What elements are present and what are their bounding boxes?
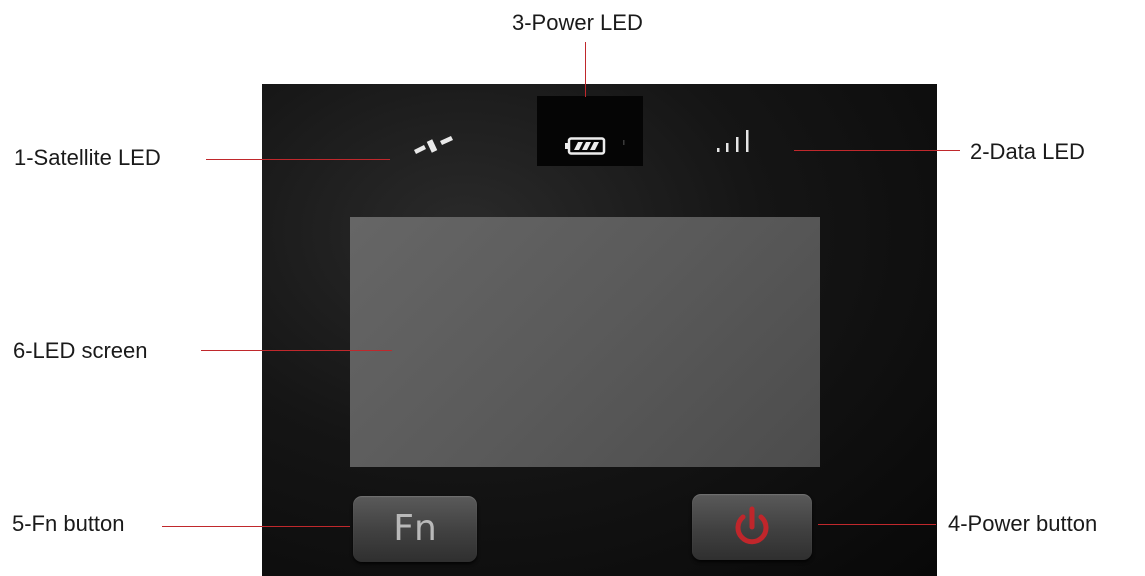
leader-line-led-screen xyxy=(201,350,392,351)
leader-line-power-led xyxy=(585,42,586,97)
callout-led-screen: 6-LED screen xyxy=(13,338,148,363)
power-button[interactable] xyxy=(692,494,812,560)
leader-line-fn-button xyxy=(162,526,350,527)
callout-satellite-led: 1-Satellite LED xyxy=(14,145,161,170)
callout-fn-button: 5-Fn button xyxy=(12,511,125,536)
satellite-icon xyxy=(414,136,453,154)
fn-button-label: Fn xyxy=(393,508,437,549)
power-symbol-icon xyxy=(735,506,769,545)
leader-line-power-button xyxy=(818,524,936,525)
leader-line-data-led xyxy=(794,150,960,151)
signal-bars-icon xyxy=(717,130,749,152)
callout-power-led: 3-Power LED xyxy=(512,10,643,35)
power-led xyxy=(537,96,643,166)
led-screen xyxy=(350,217,820,467)
battery-icon xyxy=(565,137,625,155)
callout-data-led: 2-Data LED xyxy=(970,139,1085,164)
fn-button[interactable]: Fn xyxy=(353,496,477,562)
callout-power-button: 4-Power button xyxy=(948,511,1098,536)
leader-line-satellite-led xyxy=(206,159,390,160)
